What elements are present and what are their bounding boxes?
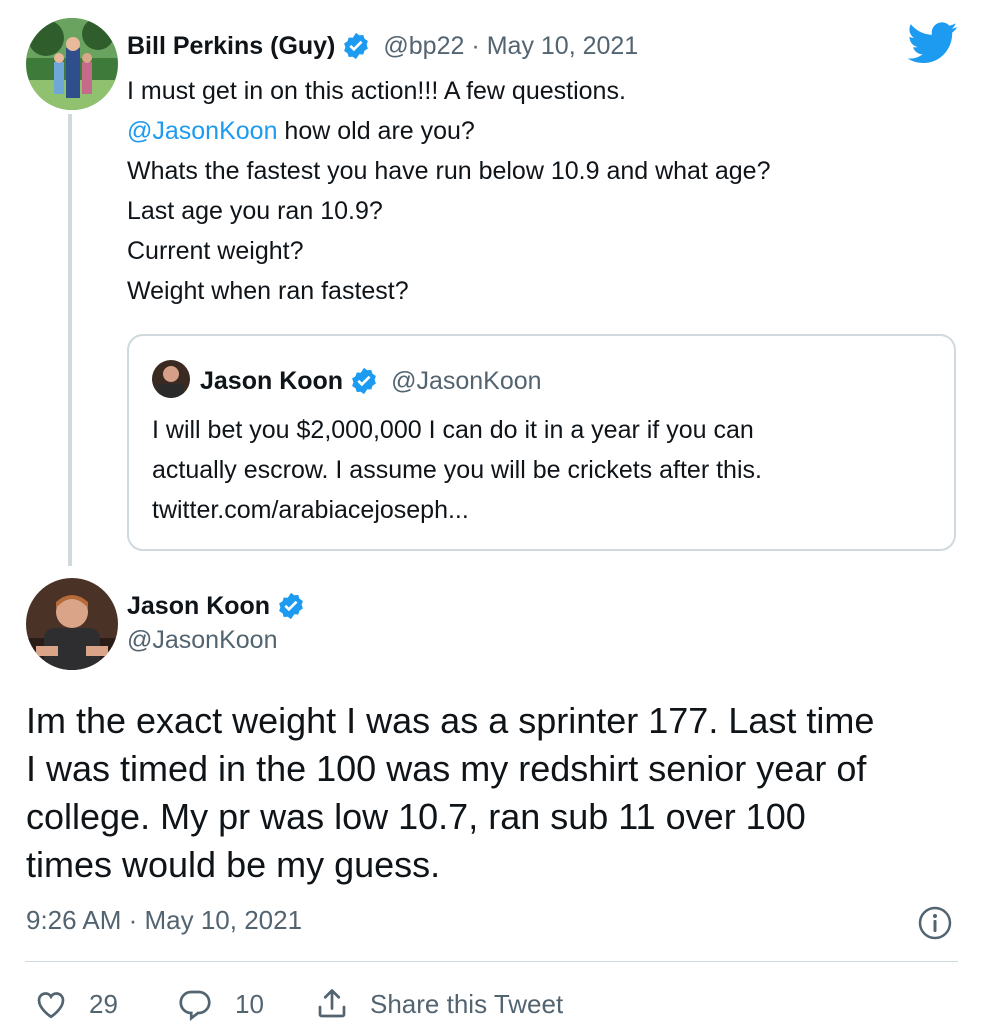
quoted-avatar <box>152 360 190 398</box>
tweet-line: Im the exact weight I was as a sprinter … <box>26 700 875 741</box>
info-icon[interactable] <box>917 905 953 941</box>
thread-connector-line <box>68 114 72 566</box>
tweet-line: I was timed in the 100 was my redshirt s… <box>26 748 867 789</box>
tweet-date[interactable]: May 10, 2021 <box>487 32 639 61</box>
quoted-tweet-header: Jason Koon @JasonKoon <box>200 364 542 398</box>
reply-count: 10 <box>235 988 264 1019</box>
quoted-line: actually escrow. I assume you will be cr… <box>152 456 762 484</box>
tweet-line: Last age you ran 10.9? <box>127 197 383 225</box>
display-name[interactable]: Bill Perkins (Guy) <box>127 32 335 61</box>
tweet-line: I must get in on this action!!! A few qu… <box>127 77 626 105</box>
share-label: Share this Tweet <box>370 988 564 1019</box>
main-tweet-text: Im the exact weight I was as a sprinter … <box>26 697 874 889</box>
tweet-timestamp[interactable]: 9:26 AM · May 10, 2021 <box>26 905 302 936</box>
share-button[interactable]: Share this Tweet <box>314 985 563 1023</box>
verified-badge-icon <box>341 31 371 61</box>
heart-icon <box>33 986 69 1022</box>
avatar[interactable] <box>26 578 118 670</box>
reply-button[interactable]: 10 <box>177 985 264 1023</box>
tweet-line: Weight when ran fastest? <box>127 277 409 305</box>
tweet-line: times would be my guess. <box>26 844 441 885</box>
verified-badge-icon <box>349 366 379 396</box>
twitter-bird-icon[interactable] <box>907 22 958 64</box>
user-handle[interactable]: @bp22 <box>383 32 464 61</box>
tweet-line: Whats the fastest you have run below 10.… <box>127 157 771 185</box>
like-count: 29 <box>89 988 118 1019</box>
like-button[interactable]: 29 <box>33 985 118 1023</box>
display-name[interactable]: Jason Koon <box>127 592 270 621</box>
quoted-link[interactable]: twitter.com/arabiacejoseph... <box>152 490 762 530</box>
main-tweet-author: Jason Koon @JasonKoon <box>127 588 306 655</box>
user-handle[interactable]: @JasonKoon <box>127 626 306 655</box>
share-icon <box>314 986 350 1022</box>
parent-tweet-text: I must get in on this action!!! A few qu… <box>127 71 770 311</box>
divider <box>25 961 958 962</box>
tweet-line: college. My pr was low 10.7, ran sub 11 … <box>26 796 806 837</box>
quoted-line: I will bet you $2,000,000 I can do it in… <box>152 416 754 444</box>
tweet-line: @JasonKoon how old are you? <box>127 117 475 145</box>
parent-tweet-header: Bill Perkins (Guy) @bp22 · May 10, 2021 <box>127 28 638 64</box>
avatar[interactable] <box>26 18 118 110</box>
reply-bubble-icon <box>177 986 213 1022</box>
verified-badge-icon <box>276 591 306 621</box>
mention-link[interactable]: @JasonKoon <box>127 117 277 145</box>
quoted-tweet-text: I will bet you $2,000,000 I can do it in… <box>152 410 762 530</box>
quoted-display-name: Jason Koon <box>200 366 344 395</box>
tweet-line: Current weight? <box>127 237 304 265</box>
quoted-handle: @JasonKoon <box>391 366 542 395</box>
separator-dot: · <box>471 31 480 60</box>
